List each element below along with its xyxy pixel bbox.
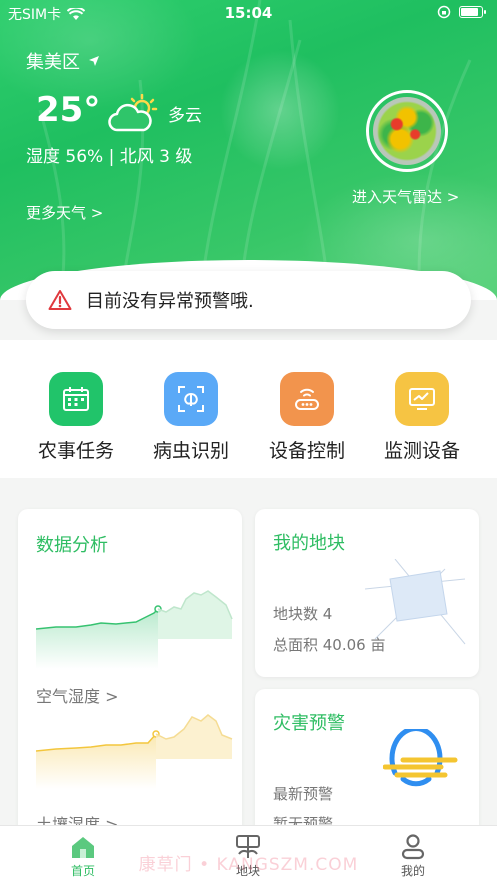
pest-recognition-button[interactable]: 病虫识别: [136, 372, 246, 463]
latest-warning-label: 最新预警: [273, 785, 334, 803]
farm-task-label: 农事任务: [37, 440, 114, 462]
plot-count: 地块数 4: [273, 605, 333, 623]
plot-total-area: 总面积 40.06 亩: [273, 636, 386, 654]
farm-task-button[interactable]: 农事任务: [21, 372, 131, 463]
router-icon: [280, 372, 334, 426]
data-analysis-card[interactable]: 数据分析 空气湿度 > 土壤湿度 >: [18, 509, 242, 849]
monitoring-device-button[interactable]: 监测设备: [367, 372, 477, 463]
calendar-icon: [49, 372, 103, 426]
monitoring-device-label: 监测设备: [383, 440, 460, 462]
more-weather-link[interactable]: 更多天气 >: [26, 202, 103, 223]
weather-hero: 无SIM卡 15:04 集美区 25° 多云 湿度 56% | 北风 3 级 更…: [0, 0, 497, 300]
status-bar: 无SIM卡 15:04: [0, 0, 497, 26]
partly-cloudy-icon: [108, 94, 158, 132]
air-humidity-sparkline: [36, 590, 233, 669]
quick-actions-row: 农事任务 病虫识别 设备控制 监测设备: [0, 340, 497, 478]
pest-recognition-label: 病虫识别: [152, 440, 229, 462]
weather-radar-link[interactable]: 进入天气雷达 >: [352, 186, 459, 207]
alert-message: 目前没有异常预警哦.: [86, 291, 254, 312]
battery-icon: [459, 6, 486, 18]
monitor-chart-icon: [395, 372, 449, 426]
air-humidity-link[interactable]: 空气湿度 >: [36, 683, 119, 707]
orientation-lock-icon: [437, 5, 451, 19]
soil-humidity-sparkline: [36, 714, 233, 789]
my-plots-title: 我的地块: [273, 533, 345, 554]
weather-radar-thumbnail[interactable]: [366, 90, 448, 172]
my-plots-card[interactable]: 我的地块 地块数 4 总面积 40.06 亩: [255, 509, 479, 677]
location-arrow-icon: [89, 56, 99, 66]
clock-time: 15:04: [224, 4, 273, 22]
temperature-value: 25°: [36, 90, 101, 130]
bug-scan-icon: [164, 372, 218, 426]
weather-condition: 多云: [168, 106, 202, 126]
alert-banner[interactable]: 目前没有异常预警哦.: [26, 271, 471, 329]
disaster-warning-icon: [383, 729, 458, 787]
device-control-label: 设备控制: [268, 440, 345, 462]
location-selector[interactable]: 集美区: [26, 48, 100, 74]
humidity-wind-text: 湿度 56% | 北风 3 级: [26, 147, 193, 167]
data-analysis-title: 数据分析: [36, 535, 108, 556]
warning-triangle-icon: [48, 290, 72, 310]
device-control-button[interactable]: 设备控制: [252, 372, 362, 463]
disaster-warning-title: 灾害预警: [273, 713, 345, 734]
location-name: 集美区: [26, 52, 80, 73]
radar-map-image: [373, 97, 441, 165]
watermark-text: 康草门 • KANGSZM.COM: [138, 855, 359, 875]
